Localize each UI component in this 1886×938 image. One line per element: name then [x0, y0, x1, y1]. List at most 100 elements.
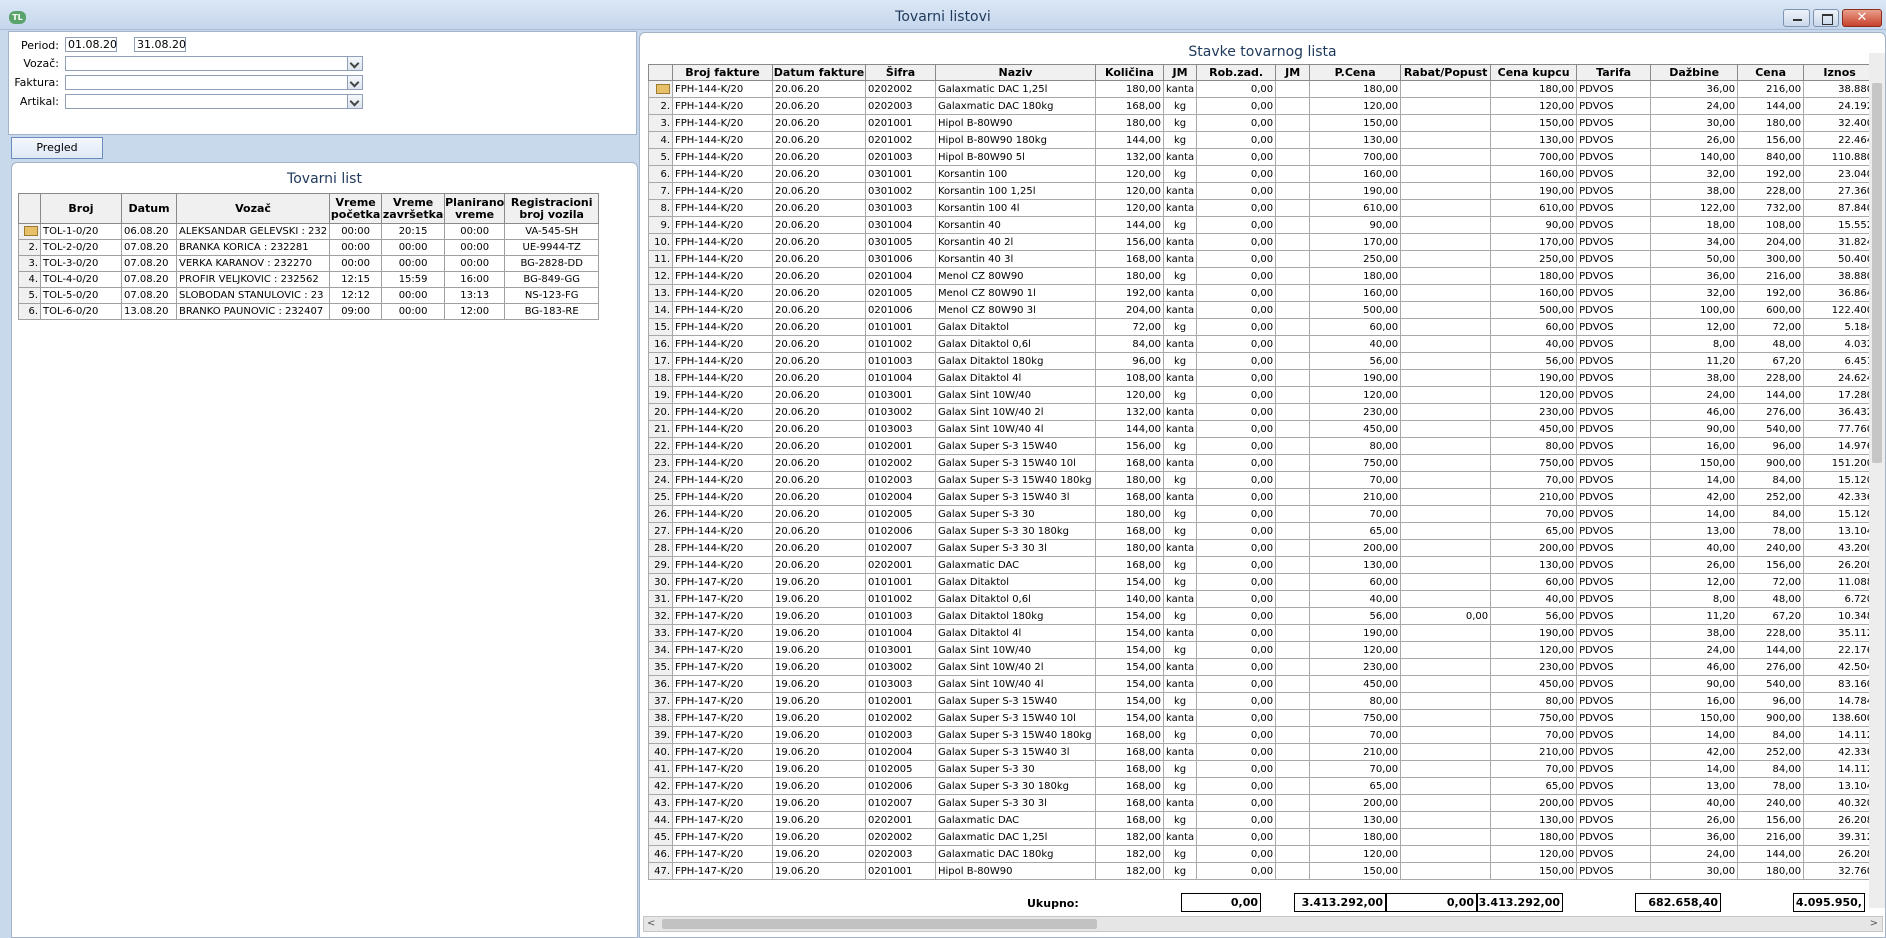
table-cell[interactable]: 19.06.20: [772, 760, 866, 778]
table-cell[interactable]: Galax Super S-3 15W40: [935, 692, 1096, 710]
table-cell[interactable]: 0,00: [1196, 573, 1277, 591]
table-cell[interactable]: 20.06.20: [772, 148, 866, 166]
table-cell[interactable]: 26,00: [1650, 811, 1739, 829]
table-cell[interactable]: 0301001: [865, 165, 936, 183]
table-cell[interactable]: 20:15: [381, 223, 446, 240]
table-cell[interactable]: PDVOS: [1576, 267, 1652, 285]
table-row[interactable]: 45. FPH-147-K/20 19.06.20 0202002 Galaxmatic…: [648, 828, 1877, 846]
table-cell[interactable]: 20.06.20: [772, 114, 866, 132]
table-cell[interactable]: 14,00: [1650, 760, 1739, 778]
table-cell[interactable]: [1400, 590, 1492, 608]
table-cell[interactable]: 0301005: [865, 233, 936, 251]
table-cell[interactable]: 34,00: [1650, 233, 1739, 251]
table-cell[interactable]: FPH-144-K/20: [672, 505, 773, 523]
table-cell[interactable]: 17.: [648, 352, 673, 370]
table-cell[interactable]: [1275, 794, 1311, 812]
table-cell[interactable]: 0102001: [865, 437, 936, 455]
table-cell[interactable]: Galax Super S-3 15W40 3l: [935, 488, 1096, 506]
stavke-header-cell[interactable]: Cena: [1737, 64, 1805, 81]
table-cell[interactable]: 13.104: [1803, 522, 1877, 540]
table-cell[interactable]: 168,00: [1095, 811, 1164, 829]
table-cell[interactable]: 36,00: [1650, 80, 1739, 98]
table-cell[interactable]: FPH-147-K/20: [672, 641, 773, 659]
table-cell[interactable]: 0,00: [1196, 641, 1277, 659]
table-cell[interactable]: 46.: [648, 845, 673, 863]
table-cell[interactable]: kg: [1162, 471, 1198, 489]
table-cell[interactable]: Menol CZ 80W90 1l: [935, 284, 1096, 302]
table-cell[interactable]: Galaxmatic DAC 180kg: [935, 97, 1096, 115]
table-cell[interactable]: 34.: [648, 641, 673, 659]
table-cell[interactable]: kg: [1162, 573, 1198, 591]
table-cell[interactable]: 70,00: [1309, 760, 1402, 778]
maximize-button[interactable]: [1813, 9, 1839, 27]
table-cell[interactable]: 156,00: [1095, 437, 1164, 455]
table-cell[interactable]: 0101004: [865, 369, 936, 387]
table-cell[interactable]: 0103002: [865, 403, 936, 421]
chevron-down-icon[interactable]: [347, 76, 362, 89]
table-cell[interactable]: [1275, 573, 1311, 591]
table-cell[interactable]: ALEKSANDAR GELEVSKI : 232: [175, 223, 331, 240]
table-cell[interactable]: [1275, 488, 1311, 506]
table-cell[interactable]: 42.336: [1803, 743, 1877, 761]
table-cell[interactable]: FPH-144-K/20: [672, 182, 773, 200]
table-cell[interactable]: 24,00: [1650, 97, 1739, 115]
table-row[interactable]: 31. FPH-147-K/20 19.06.20 0101002 Galax Dita…: [648, 590, 1877, 608]
table-cell[interactable]: FPH-144-K/20: [672, 284, 773, 302]
table-cell[interactable]: 4.: [18, 271, 41, 288]
table-cell[interactable]: 19.06.20: [772, 675, 866, 693]
tl-header-cell[interactable]: Datum: [121, 193, 177, 224]
table-cell[interactable]: 20.06.20: [772, 182, 866, 200]
table-cell[interactable]: 4.: [648, 131, 673, 149]
table-cell[interactable]: FPH-147-K/20: [672, 573, 773, 591]
table-cell[interactable]: PDVOS: [1576, 284, 1652, 302]
table-cell[interactable]: 31.: [648, 590, 673, 608]
table-cell[interactable]: PDVOS: [1576, 845, 1652, 863]
table-cell[interactable]: 150,00: [1490, 862, 1578, 880]
table-row[interactable]: 33. FPH-147-K/20 19.06.20 0101004 Galax Dita…: [648, 624, 1877, 642]
table-cell[interactable]: 0,00: [1196, 539, 1277, 557]
table-cell[interactable]: 0301003: [865, 199, 936, 217]
table-cell[interactable]: [18, 223, 41, 240]
table-cell[interactable]: 540,00: [1737, 675, 1805, 693]
table-cell[interactable]: 15.120: [1803, 505, 1877, 523]
table-cell[interactable]: 83.160: [1803, 675, 1877, 693]
table-cell[interactable]: [1275, 522, 1311, 540]
table-cell[interactable]: [1400, 335, 1492, 353]
table-cell[interactable]: 0103002: [865, 658, 936, 676]
table-cell[interactable]: 70,00: [1490, 471, 1578, 489]
table-cell[interactable]: PDVOS: [1576, 726, 1652, 744]
table-cell[interactable]: 39.: [648, 726, 673, 744]
table-cell[interactable]: 47.: [648, 862, 673, 880]
table-cell[interactable]: FPH-144-K/20: [672, 369, 773, 387]
table-cell[interactable]: 10.348: [1803, 607, 1877, 625]
table-cell[interactable]: 20.06.20: [772, 80, 866, 98]
table-cell[interactable]: TOL-6-0/20: [40, 303, 122, 320]
table-cell[interactable]: 154,00: [1095, 641, 1164, 659]
table-cell[interactable]: 35.: [648, 658, 673, 676]
table-cell[interactable]: Galax Sint 10W/40 2l: [935, 403, 1096, 421]
table-cell[interactable]: 0301002: [865, 182, 936, 200]
table-cell[interactable]: 0102001: [865, 692, 936, 710]
table-row[interactable]: 6. FPH-144-K/20 20.06.20 0301001 Korsantin 1…: [648, 165, 1877, 183]
table-cell[interactable]: 192,00: [1737, 165, 1805, 183]
table-cell[interactable]: [1400, 692, 1492, 710]
table-cell[interactable]: 19.06.20: [772, 794, 866, 812]
table-cell[interactable]: 38,00: [1650, 369, 1739, 387]
table-cell[interactable]: 0,00: [1196, 165, 1277, 183]
table-cell[interactable]: 11.088: [1803, 573, 1877, 591]
table-cell[interactable]: 45.: [648, 828, 673, 846]
table-row[interactable]: 2. TOL-2-0/20 07.08.20 BRANKA KORICA : 2322…: [18, 239, 600, 256]
table-cell[interactable]: [1400, 641, 1492, 659]
table-cell[interactable]: 20.06.20: [772, 403, 866, 421]
table-cell[interactable]: 5.: [18, 287, 41, 304]
table-cell[interactable]: FPH-147-K/20: [672, 709, 773, 727]
table-cell[interactable]: 80,00: [1490, 437, 1578, 455]
table-cell[interactable]: [1400, 369, 1492, 387]
table-cell[interactable]: Galaxmatic DAC 180kg: [935, 845, 1096, 863]
table-cell[interactable]: 5.: [648, 148, 673, 166]
table-cell[interactable]: 72,00: [1095, 318, 1164, 336]
table-cell[interactable]: 8,00: [1650, 590, 1739, 608]
table-cell[interactable]: Menol CZ 80W90: [935, 267, 1096, 285]
table-cell[interactable]: 0201005: [865, 284, 936, 302]
table-cell[interactable]: 20.06.20: [772, 522, 866, 540]
